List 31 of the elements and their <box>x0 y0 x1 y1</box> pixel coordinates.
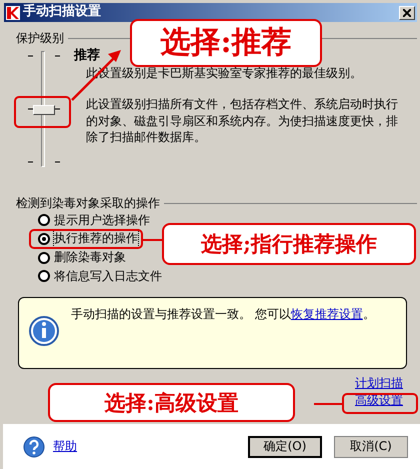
callout-label: 选择:推荐 <box>130 19 322 67</box>
info-text: 手动扫描的设置与推荐设置一致。 您可以恢复推荐设置。 <box>71 306 375 323</box>
level-description: 此设置级别扫描所有文件，包括存档文件、系统启动时执行的对象、磁盘引导扇区和系统内存。为使扫描速度更快，排除了扫描邮件数据库。 <box>85 96 399 146</box>
slider-thumb[interactable] <box>33 104 55 115</box>
radio-label[interactable]: 将信息写入日志文件 <box>54 268 162 285</box>
radio-button[interactable] <box>38 252 50 264</box>
app-logo-icon <box>6 6 20 20</box>
radio-button[interactable] <box>38 214 50 226</box>
radio-button[interactable] <box>38 270 50 282</box>
dialog-button[interactable]: 确定(O) <box>248 436 322 458</box>
radio-label[interactable]: 提示用户选择操作 <box>54 212 150 228</box>
radio-label[interactable]: 删除染毒对象 <box>54 249 126 266</box>
info-icon <box>29 316 59 346</box>
help-icon[interactable] <box>23 436 45 458</box>
group-label: 检测到染毒对象采取的操作 <box>16 194 160 212</box>
help-link[interactable]: 帮助 <box>53 438 77 455</box>
highlight-frame <box>14 96 71 128</box>
window-title: 手动扫描设置 <box>23 3 102 22</box>
callout-label: 选择;指行推荐操作 <box>162 223 416 265</box>
level-name: 推荐 <box>74 46 101 65</box>
callout-label: 选择:高级设置 <box>48 383 295 422</box>
restore-link[interactable]: 恢复推荐设置 <box>290 306 363 321</box>
radio-button[interactable] <box>38 232 50 245</box>
group-label: 保护级别 <box>16 30 64 47</box>
close-icon <box>403 8 411 16</box>
leader-line <box>143 239 162 241</box>
link[interactable]: 计划扫描 <box>355 374 403 392</box>
leader-line <box>314 403 342 405</box>
radio-label[interactable]: 执行推荐的操作 <box>54 230 138 248</box>
close-button[interactable] <box>399 6 415 20</box>
dialog-button[interactable]: 取消(C) <box>334 436 408 458</box>
